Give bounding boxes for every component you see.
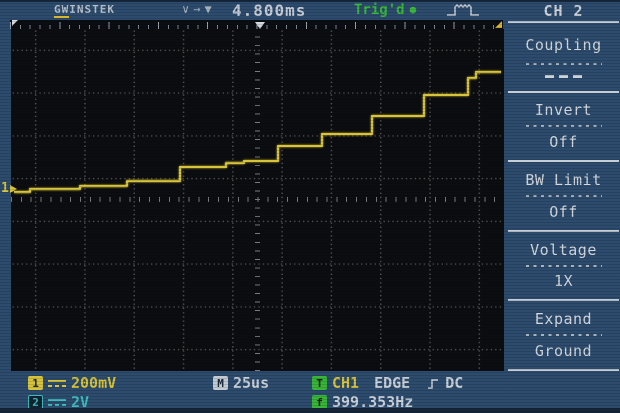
dotted-divider [526,125,602,127]
trigger-badge-icon: T [312,376,327,390]
ch1-badge-icon: 1 [28,376,43,390]
menu-item-value: 1X [554,272,573,290]
memory-start-marker-icon [12,20,18,26]
trigger-status: Trig'd ● [354,2,416,18]
trigger-type: EDGE [374,374,410,392]
waveform-trace [11,29,504,371]
ch2-badge-icon: 2 [28,395,43,409]
dotted-divider [526,195,602,197]
menu-item-label: Coupling [525,36,601,54]
waveform-display [11,29,504,371]
trigger-status-dot-icon: ● [410,3,417,17]
screen-bottom-edge [0,408,620,413]
ch1-trace-path [14,72,501,192]
dotted-divider [526,334,602,336]
menu-item-label: BW Limit [525,171,601,189]
timebase-badge-icon: M [213,376,228,390]
pulse-train-icon [446,2,482,18]
horizontal-offset-readout: 4.800ms [232,1,306,20]
menu-title: CH 2 [508,0,619,23]
rising-edge-icon [427,377,439,390]
ch1-ground-marker-label: 1 [1,181,9,196]
time-per-div: 25us [233,374,269,392]
dc-symbol-icon [48,380,66,387]
dotted-divider [526,63,602,65]
menu-item-label: Voltage [530,241,597,259]
triangle-right-icon [10,185,17,193]
frequency-badge-icon: f [312,395,327,409]
trigger-readout: T CH1 EDGE DC [312,375,463,391]
trigger-status-label: Trig'd [354,2,405,18]
menu-item-value: Off [549,133,578,151]
oscilloscope-screen: { "header": { "logo_gw": "GW", "logo_res… [0,0,620,413]
dc-coupling-icon [545,75,583,78]
brand-logo-rest: INSTEK [69,3,115,16]
triangle-down-icon: ▼ [204,2,211,16]
dc-symbol-icon [48,399,66,406]
ch1-scale-readout: 1 200mV [28,375,116,391]
menu-item-label: Expand [535,310,592,328]
menu-item-label: Invert [535,101,592,119]
menu-item-expand[interactable]: Expand Ground [508,301,619,371]
ch1-volts-per-div: 200mV [71,374,116,392]
brand-logo-gw: GW [54,3,69,18]
chevron-down-icon: ∨ [182,2,189,16]
menu-item-bw-limit[interactable]: BW Limit Off [508,162,619,232]
menu-item-invert[interactable]: Invert Off [508,93,619,163]
dotted-divider [526,265,602,267]
memory-end-marker-icon [495,21,502,28]
menu-item-value: Off [549,203,578,221]
menu-item-value: Ground [535,342,592,360]
trigger-coupling: DC [445,374,463,392]
soft-menu: CH 2 Coupling Invert Off BW Limit Off Vo… [505,0,620,371]
menu-item-voltage-probe[interactable]: Voltage 1X [508,232,619,302]
horizontal-position-icons: ∨ → ▼ [182,2,212,16]
trigger-position-marker-icon[interactable] [255,22,265,29]
trigger-source: CH1 [332,374,359,392]
ch1-ground-marker[interactable]: 1 [1,181,17,196]
arrow-right-icon: → [193,2,200,16]
menu-item-coupling[interactable]: Coupling [508,23,619,93]
timebase-readout: M 25us [213,375,269,391]
brand-logo: GWINSTEK [54,3,115,16]
